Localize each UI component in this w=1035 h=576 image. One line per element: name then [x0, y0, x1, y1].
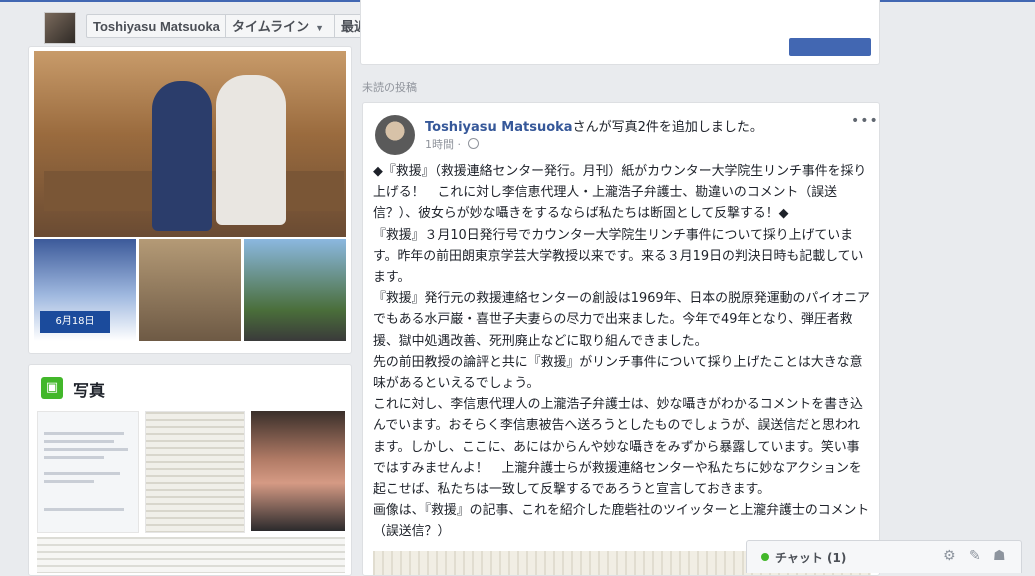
text-line — [44, 456, 104, 459]
post-button[interactable] — [789, 38, 871, 56]
post-paragraph: 画像は、『救援』の記事、これを紹介した鹿砦社のツイッターと上瀧弁護士のコメント（… — [373, 503, 870, 540]
photo-icon: ▣ — [41, 377, 63, 399]
photos-card-title[interactable]: 写真 — [73, 377, 105, 401]
profile-name-button[interactable]: Toshiyasu Matsuoka — [86, 14, 226, 38]
chat-label: チャット (1) — [775, 551, 847, 565]
online-status-dot — [761, 553, 769, 561]
photo-person-shape — [216, 75, 286, 225]
compose-icon[interactable]: ✎ — [969, 548, 981, 564]
post-body: ◆『救援』（救援連絡センター発行。月刊）紙がカウンター大学院生リンチ事件を採り上… — [373, 161, 871, 543]
timeline-label: タイムライン — [232, 19, 310, 34]
post-meta: 1時間 · — [425, 136, 479, 152]
photo-tile[interactable] — [37, 411, 139, 533]
timeline-header: Toshiyasu Matsuoka タイムライン▼ 最近▼ — [30, 6, 390, 46]
text-line — [44, 508, 124, 511]
feed-post: Toshiyasu Matsuokaさんが写真2件を追加しました。 1時間 · … — [362, 102, 880, 576]
post-paragraph: 『救援』発行元の救援連絡センターの創設は1969年、日本の脱原発運動のパイオニア… — [373, 291, 870, 349]
chat-bar[interactable]: チャット (1) ⚙ ✎ ☗ — [746, 540, 1022, 573]
caret-down-icon: ▼ — [315, 23, 325, 33]
featured-photo-thumb[interactable] — [139, 239, 241, 341]
featured-photo-large[interactable] — [34, 51, 346, 237]
photo-tile[interactable] — [145, 411, 245, 533]
unread-posts-label: 未読の投稿 — [362, 81, 417, 94]
more-icon[interactable]: ••• — [851, 113, 879, 129]
text-line — [44, 440, 114, 443]
post-timestamp[interactable]: 1時間 — [425, 138, 454, 151]
photo-person-shape — [152, 81, 212, 231]
post-paragraph: 先の前田教授の論評と共に『救援』がリンチ事件について採り上げたことは大きな意味が… — [373, 354, 863, 392]
featured-photo-thumb[interactable]: 6月18日 — [34, 239, 136, 341]
featured-photo-thumb[interactable] — [244, 239, 346, 341]
post-action-text: さんが写真2件を追加しました。 — [572, 120, 763, 135]
post-author-avatar[interactable] — [375, 115, 415, 155]
timeline-dropdown[interactable]: タイムライン ▼ — [225, 14, 335, 38]
post-paragraph: 『救援』３月10日発行号でカウンター大学院生リンチ事件について採り上げています。… — [373, 227, 864, 286]
text-line — [44, 448, 128, 451]
text-line — [44, 480, 94, 483]
photo-tile[interactable] — [251, 411, 345, 531]
group-icon[interactable]: ☗ — [993, 548, 1006, 564]
post-paragraph: これに対し、李信恵代理人の上瀧浩子弁護士は、妙な囁きがわかるコメントを書き込んで… — [373, 397, 863, 498]
photos-card: ▣ 写真 — [28, 364, 352, 576]
featured-photos-card: 6月18日 — [28, 46, 352, 354]
text-line — [44, 432, 124, 435]
gear-icon[interactable]: ⚙ — [943, 548, 956, 564]
photo-tile[interactable] — [37, 537, 345, 573]
post-header: Toshiyasu Matsuokaさんが写真2件を追加しました。 — [425, 116, 763, 135]
text-line — [44, 472, 120, 475]
post-author-link[interactable]: Toshiyasu Matsuoka — [425, 120, 573, 135]
globe-icon[interactable] — [467, 138, 479, 149]
composer-card — [360, 0, 880, 65]
profile-avatar[interactable] — [44, 12, 76, 44]
thumb-date-badge: 6月18日 — [40, 311, 110, 333]
post-paragraph: ◆『救援』（救援連絡センター発行。月刊）紙がカウンター大学院生リンチ事件を採り上… — [373, 164, 867, 222]
